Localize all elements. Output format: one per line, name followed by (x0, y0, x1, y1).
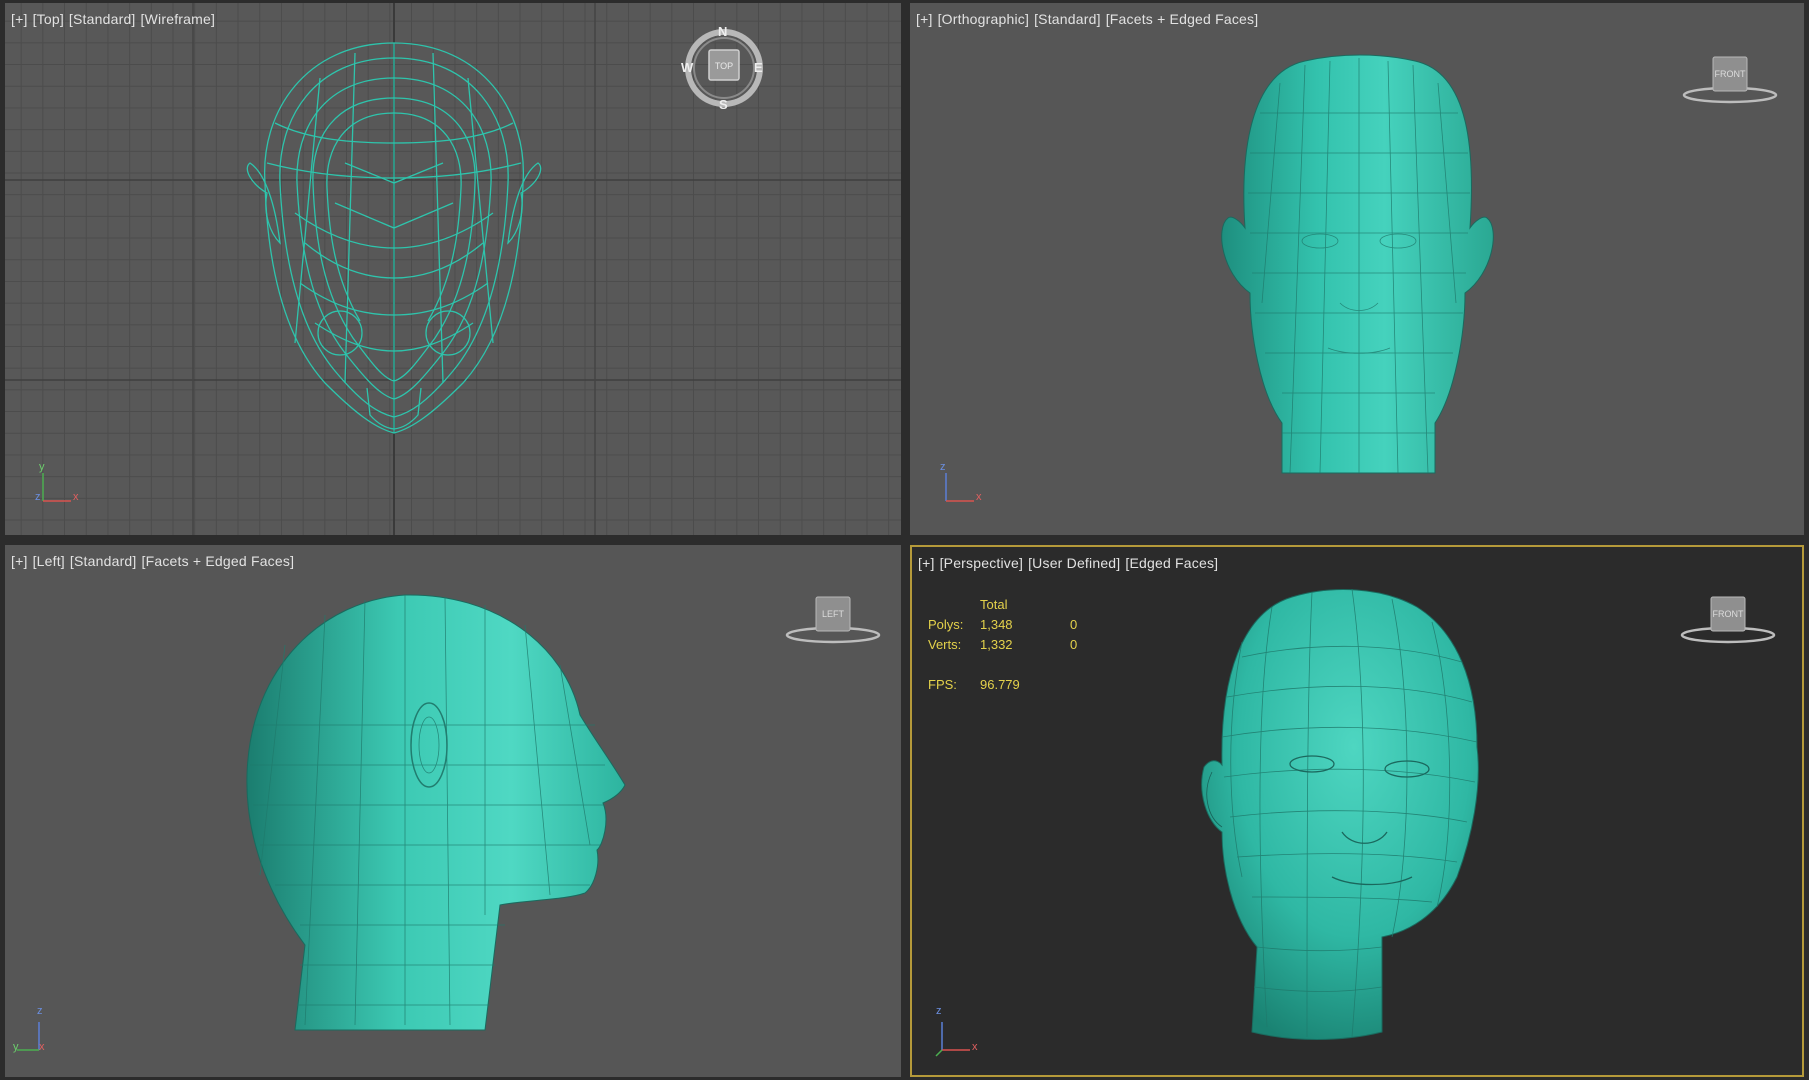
verts-value: 1,332 (980, 637, 1013, 652)
axis-z-label: z (936, 1005, 942, 1017)
shading-label[interactable]: [Wireframe] (141, 11, 216, 27)
viewcube-top[interactable]: N S E W TOP (679, 23, 769, 113)
viewport-menu-button[interactable]: [+] (916, 11, 933, 27)
viewcube-front[interactable]: FRONT (1680, 53, 1780, 108)
fps-value: 96.779 (980, 677, 1020, 692)
lighting-label[interactable]: [Standard] (69, 11, 136, 27)
axis-x-label: x (976, 491, 982, 503)
viewport-label-top: [+] [Top] [Standard] [Wireframe] (11, 11, 220, 27)
axis-x-label: x (972, 1041, 978, 1053)
view-type-label[interactable]: [Top] (33, 11, 64, 27)
viewport-top[interactable]: [+] [Top] [Standard] [Wireframe] N S E W TO… (5, 3, 901, 535)
viewcube-face-label[interactable]: TOP (712, 61, 736, 71)
viewport-orthographic[interactable]: [+] [Orthographic] [Standard] [Facets + Edg… (910, 3, 1804, 535)
axis-z-label: z (940, 461, 946, 473)
axis-y-label: y (13, 1041, 19, 1053)
stats-header: Total (980, 597, 1008, 612)
fps-label: FPS: (928, 677, 957, 692)
polys-selected-value: 0 (1070, 617, 1078, 632)
view-type-label[interactable]: [Left] (33, 553, 65, 569)
compass-east-label: E (754, 60, 763, 75)
verts-label: Verts: (928, 637, 962, 652)
viewport-perspective[interactable]: [+] [Perspective] [User Defined] [Edged Fac… (910, 545, 1804, 1077)
statistics-overlay: Total Polys: 1,348 0 Verts: 1,332 0 FPS:… (928, 595, 1100, 695)
axis-z-label: z (37, 1005, 43, 1017)
axis-x-label: x (73, 491, 79, 503)
viewport-menu-button[interactable]: [+] (918, 555, 935, 571)
viewcube-perspective[interactable]: FRONT (1678, 593, 1778, 648)
axis-z-label: z (35, 491, 41, 503)
viewport-menu-button[interactable]: [+] (11, 553, 28, 569)
viewcube-left[interactable]: LEFT (783, 593, 883, 648)
shading-label[interactable]: [Edged Faces] (1125, 555, 1218, 571)
viewport-label-left: [+] [Left] [Standard] [Facets + Edged Faces… (11, 553, 299, 569)
head-model-left[interactable] (5, 545, 901, 1077)
viewcube-face-label[interactable]: FRONT (1712, 609, 1744, 619)
lighting-label[interactable]: [Standard] (70, 553, 137, 569)
lighting-label[interactable]: [User Defined] (1028, 555, 1120, 571)
shading-label[interactable]: [Facets + Edged Faces] (1106, 11, 1259, 27)
polys-value: 1,348 (980, 617, 1013, 632)
compass-north-label: N (718, 24, 728, 39)
axis-y-label: y (39, 461, 45, 473)
head-model-front[interactable] (910, 3, 1804, 535)
shading-label[interactable]: [Facets + Edged Faces] (142, 553, 295, 569)
view-type-label[interactable]: [Orthographic] (938, 11, 1030, 27)
compass-south-label: S (719, 97, 728, 112)
lighting-label[interactable]: [Standard] (1034, 11, 1101, 27)
viewport-layout: [+] [Top] [Standard] [Wireframe] N S E W TO… (0, 0, 1809, 1080)
verts-selected-value: 0 (1070, 637, 1078, 652)
viewport-label-perspective: [+] [Perspective] [User Defined] [Edged Fac… (918, 555, 1223, 571)
polys-label: Polys: (928, 617, 964, 632)
compass-west-label: W (681, 60, 694, 75)
viewport-left[interactable]: [+] [Left] [Standard] [Facets + Edged Faces… (5, 545, 901, 1077)
viewcube-face-label[interactable]: LEFT (817, 609, 849, 619)
viewcube-face-label[interactable]: FRONT (1714, 69, 1746, 79)
viewport-menu-button[interactable]: [+] (11, 11, 28, 27)
viewport-label-orthographic: [+] [Orthographic] [Standard] [Facets + Edg… (916, 11, 1263, 27)
view-type-label[interactable]: [Perspective] (940, 555, 1024, 571)
axis-x-label: x (39, 1041, 45, 1053)
